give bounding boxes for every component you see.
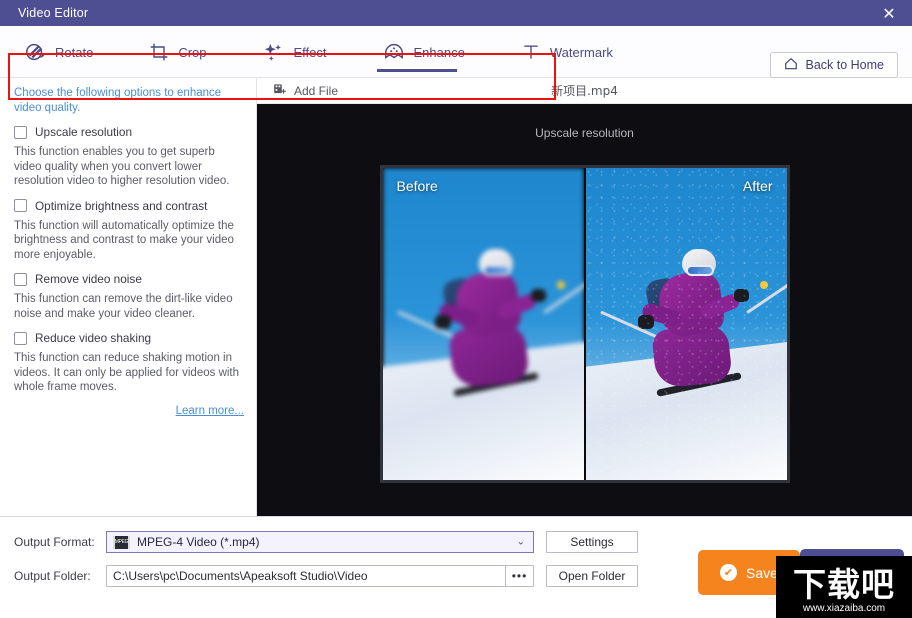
checkbox-upscale-resolution[interactable] bbox=[14, 126, 27, 139]
site-watermark: 下载吧 www.xiazaiba.com bbox=[776, 556, 912, 618]
skier-figure bbox=[638, 249, 753, 414]
learn-more-link[interactable]: Learn more... bbox=[14, 405, 244, 417]
settings-button[interactable]: Settings bbox=[546, 531, 638, 553]
main-content: Choose the following options to enhance … bbox=[0, 78, 912, 516]
output-folder-input[interactable]: C:\Users\pc\Documents\Apeaksoft Studio\V… bbox=[106, 565, 506, 587]
before-label: Before bbox=[397, 178, 438, 194]
output-folder-label: Output Folder: bbox=[14, 569, 106, 583]
back-to-home-label: Back to Home bbox=[805, 58, 884, 72]
option-reduce-video-shaking[interactable]: Reduce video shaking bbox=[14, 331, 244, 345]
add-file-label: Add File bbox=[294, 84, 338, 98]
current-file-name: 新项目.mp4 bbox=[551, 82, 618, 99]
add-file-icon bbox=[273, 82, 287, 99]
preview-column: Add File 新项目.mp4 Upscale resolution bbox=[257, 78, 912, 516]
watermark-url: www.xiazaiba.com bbox=[803, 603, 885, 615]
crop-icon bbox=[149, 42, 169, 62]
close-icon[interactable]: ✕ bbox=[866, 0, 912, 26]
sparkle-icon bbox=[263, 41, 285, 63]
rotate-icon bbox=[24, 41, 46, 63]
window-titlebar: Video Editor ✕ bbox=[0, 0, 912, 26]
text-t-icon bbox=[521, 42, 541, 62]
output-format-value: MPEG-4 Video (*.mp4) bbox=[137, 535, 260, 549]
stage-caption: Upscale resolution bbox=[257, 126, 912, 140]
option-label: Upscale resolution bbox=[35, 125, 132, 139]
option-description: This function will automatically optimiz… bbox=[14, 219, 244, 263]
tab-enhance[interactable]: Enhance bbox=[377, 26, 487, 78]
tab-crop[interactable]: Crop bbox=[143, 26, 228, 78]
checkbox-optimize-brightness-contrast[interactable] bbox=[14, 199, 27, 212]
output-format-select[interactable]: MPEG MPEG-4 Video (*.mp4) ⌄ bbox=[106, 531, 534, 553]
option-description: This function can remove the dirt-like v… bbox=[14, 292, 244, 321]
before-after-comparison: Before bbox=[380, 165, 790, 483]
save-label: Save bbox=[746, 565, 778, 581]
open-folder-button[interactable]: Open Folder bbox=[546, 565, 638, 587]
chevron-down-icon: ⌄ bbox=[517, 537, 525, 548]
editor-toolbar: Rotate Crop Effect bbox=[0, 26, 912, 78]
tab-crop-label: Crop bbox=[178, 45, 206, 60]
sidebar-hint: Choose the following options to enhance … bbox=[14, 86, 244, 116]
enhance-options-sidebar: Choose the following options to enhance … bbox=[0, 78, 257, 516]
checkbox-remove-video-noise[interactable] bbox=[14, 273, 27, 286]
browse-folder-button[interactable]: ••• bbox=[506, 565, 534, 587]
after-pane: After bbox=[584, 168, 787, 480]
tab-rotate[interactable]: Rotate bbox=[18, 26, 115, 78]
after-label: After bbox=[743, 178, 773, 194]
tab-effect-label: Effect bbox=[294, 45, 327, 60]
option-description: This function can reduce shaking motion … bbox=[14, 351, 244, 395]
option-label: Reduce video shaking bbox=[35, 331, 151, 345]
option-label: Remove video noise bbox=[35, 272, 142, 286]
enhance-icon bbox=[383, 41, 405, 63]
add-file-button[interactable]: Add File bbox=[273, 82, 338, 99]
output-bar: Output Format: MPEG MPEG-4 Video (*.mp4)… bbox=[0, 516, 912, 618]
option-upscale-resolution[interactable]: Upscale resolution bbox=[14, 125, 244, 139]
tab-effect[interactable]: Effect bbox=[257, 26, 349, 78]
tab-enhance-label: Enhance bbox=[414, 45, 465, 60]
preview-stage: Upscale resolution bbox=[257, 104, 912, 516]
output-format-label: Output Format: bbox=[14, 535, 106, 549]
option-optimize-brightness-contrast[interactable]: Optimize brightness and contrast bbox=[14, 199, 244, 213]
option-label: Optimize brightness and contrast bbox=[35, 199, 207, 213]
window-title: Video Editor bbox=[18, 6, 88, 20]
option-description: This function enables you to get superb … bbox=[14, 145, 244, 189]
tab-watermark-label: Watermark bbox=[550, 45, 613, 60]
mpeg-icon: MPEG bbox=[113, 536, 130, 549]
skier-figure bbox=[435, 249, 550, 414]
home-icon bbox=[784, 57, 798, 74]
tab-rotate-label: Rotate bbox=[55, 45, 93, 60]
before-pane: Before bbox=[383, 168, 584, 480]
check-circle-icon: ✔ bbox=[720, 564, 737, 581]
checkbox-reduce-video-shaking[interactable] bbox=[14, 332, 27, 345]
watermark-text: 下载吧 bbox=[793, 567, 895, 603]
back-to-home-button[interactable]: Back to Home bbox=[770, 52, 898, 78]
tab-watermark[interactable]: Watermark bbox=[515, 26, 635, 78]
file-bar: Add File 新项目.mp4 bbox=[257, 78, 912, 104]
option-remove-video-noise[interactable]: Remove video noise bbox=[14, 272, 244, 286]
